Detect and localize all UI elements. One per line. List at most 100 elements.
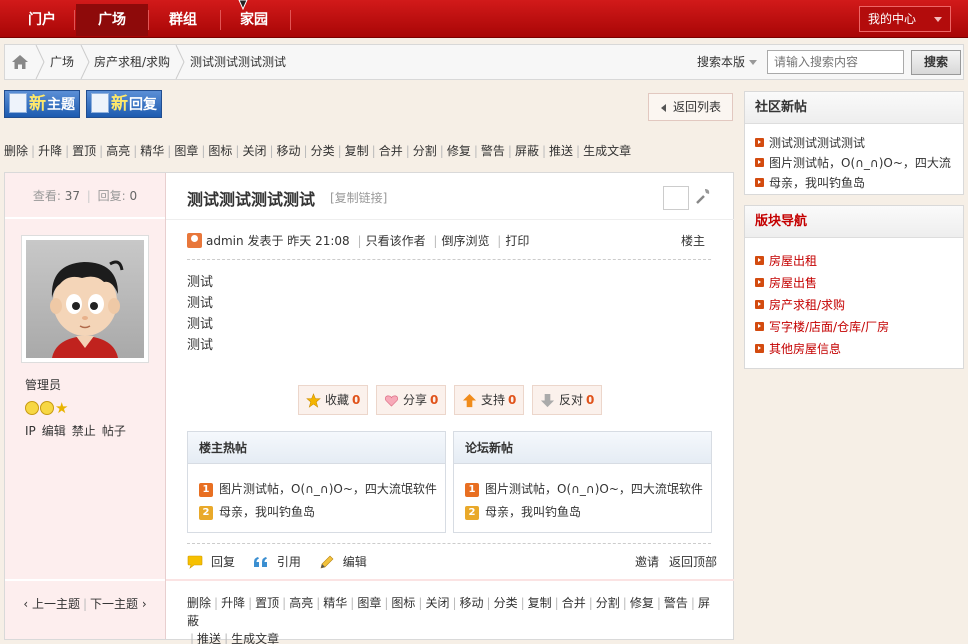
oppose-count: 0	[586, 393, 595, 407]
user-ban-link[interactable]: 禁止	[72, 424, 96, 438]
mod-action[interactable]: 分割	[596, 596, 620, 610]
rank-badge: 1	[465, 483, 479, 497]
nav-item-groups[interactable]: 群组	[152, 4, 214, 36]
mod-action[interactable]: 置顶	[255, 596, 279, 610]
nav-item-portal[interactable]: 门户	[14, 4, 70, 36]
mod-action[interactable]: 升降	[221, 596, 245, 610]
smiley-icon	[25, 400, 39, 415]
post-content-line: 测试	[187, 338, 214, 353]
post-select-checkbox[interactable]	[663, 186, 689, 210]
mod-action[interactable]: 精华	[140, 144, 164, 158]
mod-action[interactable]: 分割	[413, 144, 437, 158]
sidebar-forum-item[interactable]: 房屋出租	[755, 252, 817, 269]
user-ip-link[interactable]: IP	[25, 424, 36, 438]
meta-divider	[187, 259, 711, 260]
invite-link[interactable]: 邀请	[635, 555, 659, 569]
mod-divider: |	[303, 144, 308, 158]
mod-divider: |	[554, 596, 559, 610]
mod-action[interactable]: 修复	[630, 596, 654, 610]
oppose-button[interactable]: 反对 0	[532, 385, 602, 415]
list-item[interactable]: 2 母亲，我叫钓鱼岛	[199, 503, 315, 520]
quote-action[interactable]: 引用	[253, 555, 301, 569]
list-item[interactable]: 1 图片测试帖，O(∩_∩)O~，四大流氓软件	[199, 480, 437, 497]
mod-action[interactable]: 推送	[197, 632, 221, 644]
mod-action[interactable]: 图标	[208, 144, 232, 158]
mod-action[interactable]: 高亮	[106, 144, 130, 158]
mod-action[interactable]: 警告	[481, 144, 505, 158]
breadcrumb-item-forum[interactable]: 房产求租/求购	[94, 45, 170, 79]
home-icon[interactable]	[11, 54, 29, 70]
back-to-top-link[interactable]: 返回顶部	[669, 555, 717, 569]
search-input[interactable]	[767, 50, 904, 74]
forum-navigation-title: 版块导航	[745, 206, 963, 238]
new-thread-button[interactable]: 新主题	[4, 90, 80, 118]
back-to-list-button[interactable]: 返回列表	[648, 93, 733, 121]
mod-divider: |	[214, 596, 219, 610]
mod-action[interactable]: 图标	[391, 596, 415, 610]
mod-action[interactable]: 关闭	[242, 144, 266, 158]
mod-action[interactable]: 复制	[345, 144, 369, 158]
sidebar-post-item[interactable]: 测试测试测试测试	[755, 134, 865, 151]
reply-action[interactable]: 回复	[187, 555, 235, 569]
next-thread-link[interactable]: 下一主题 ›	[90, 597, 147, 611]
sidebar-post-item[interactable]: 母亲，我叫钓鱼岛	[755, 174, 865, 191]
sidebar-post-item[interactable]: 图片测试帖，O(∩_∩)O~，四大流	[755, 154, 951, 171]
mod-action[interactable]: 升降	[38, 144, 62, 158]
mod-action[interactable]: 精华	[323, 596, 347, 610]
mod-action[interactable]: 推送	[549, 144, 573, 158]
favorite-button[interactable]: 收藏 0	[298, 385, 368, 415]
mod-action[interactable]: 屏蔽	[515, 144, 539, 158]
prev-thread-link[interactable]: ‹ 上一主题	[23, 597, 80, 611]
list-item[interactable]: 2 母亲，我叫钓鱼岛	[465, 503, 581, 520]
my-center-dropdown[interactable]: 我的中心	[859, 6, 951, 32]
search-button[interactable]: 搜索	[911, 50, 961, 75]
mod-action[interactable]: 图章	[174, 144, 198, 158]
mod-action[interactable]: 合并	[562, 596, 586, 610]
mod-action[interactable]: 修复	[447, 144, 471, 158]
mod-action[interactable]: 移动	[460, 596, 484, 610]
mod-action[interactable]: 移动	[277, 144, 301, 158]
sidebar-forum-item[interactable]: 房产求租/求购	[755, 296, 845, 313]
avatar[interactable]	[21, 235, 149, 363]
author-link[interactable]: admin	[206, 234, 244, 248]
sidebar-forum-item[interactable]: 写字楼/店面/仓库/厂房	[755, 318, 889, 335]
bullet-arrow-icon	[755, 300, 764, 309]
mod-action[interactable]: 删除	[187, 596, 211, 610]
mod-action[interactable]: 分类	[311, 144, 335, 158]
mod-action[interactable]: 警告	[664, 596, 688, 610]
mod-divider: |	[418, 596, 423, 610]
star-icon	[306, 393, 321, 408]
mod-action[interactable]: 置顶	[72, 144, 96, 158]
only-author-link[interactable]: 只看该作者	[366, 234, 426, 248]
new-reply-button[interactable]: 新回复	[86, 90, 162, 118]
mod-action[interactable]: 分类	[494, 596, 518, 610]
mod-action[interactable]: 复制	[528, 596, 552, 610]
breadcrumb-item-plaza[interactable]: 广场	[50, 45, 74, 79]
mod-action[interactable]: 生成文章	[583, 144, 631, 158]
mod-action[interactable]: 合并	[379, 144, 403, 158]
support-button[interactable]: 支持 0	[454, 385, 524, 415]
print-link[interactable]: 打印	[505, 234, 529, 248]
edit-action[interactable]: 编辑	[319, 555, 367, 569]
nav-item-home[interactable]: 家园	[222, 4, 286, 36]
mod-action[interactable]: 关闭	[425, 596, 449, 610]
favorite-count: 0	[352, 393, 361, 407]
mod-action[interactable]: 图章	[357, 596, 381, 610]
search-scope-dropdown[interactable]: 搜索本版	[697, 45, 758, 79]
mod-action[interactable]: 删除	[4, 144, 28, 158]
share-button[interactable]: 分享 0	[376, 385, 446, 415]
bullet-arrow-icon	[755, 278, 764, 287]
sidebar-forum-item[interactable]: 房屋出售	[755, 274, 817, 291]
support-label: 支持	[481, 393, 506, 407]
nav-item-plaza[interactable]: 广场	[76, 4, 148, 36]
sidebar-forum-item[interactable]: 其他房屋信息	[755, 340, 841, 357]
user-edit-link[interactable]: 编辑	[42, 424, 66, 438]
wrench-icon[interactable]	[695, 187, 711, 205]
sidebar-forum-text: 写字楼/店面/仓库/厂房	[769, 320, 890, 334]
copy-link[interactable]: [复制链接]	[330, 189, 387, 206]
user-posts-link[interactable]: 帖子	[102, 424, 126, 438]
mod-action[interactable]: 生成文章	[231, 632, 279, 644]
list-item[interactable]: 1 图片测试帖，O(∩_∩)O~，四大流氓软件	[465, 480, 703, 497]
reverse-order-link[interactable]: 倒序浏览	[441, 234, 489, 248]
mod-action[interactable]: 高亮	[289, 596, 313, 610]
